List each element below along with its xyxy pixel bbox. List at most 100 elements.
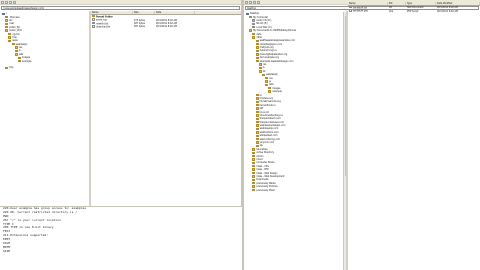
folder-icon [252,168,256,171]
folder-icon [255,131,259,134]
folder-icon [252,188,256,192]
up-folder-icon[interactable] [253,0,256,4]
tree-item[interactable]: preiviously Music [244,188,346,192]
file-row[interactable]: download.txt 487 bytes 9/21/2011 8:40 AM [91,25,241,29]
folder-icon [252,148,256,151]
folder-icon [258,70,262,73]
file-row[interactable]: sendstuff.php php PHP Script 9/21/2011 8:40… [348,9,480,13]
file-date: 9/21/2011 8:40 AM [437,9,458,13]
folder-icon [14,53,18,56]
folder-icon [258,63,262,66]
folder-icon [255,97,259,100]
remote-address-field[interactable]: / (ww.examplewebrowserdesign.com) [1,6,240,10]
file-type: PHP Script [407,9,419,13]
remote-pane: / (ww.examplewebrowserdesign.com) / .htac… [0,0,241,206]
drive-icon [249,15,253,19]
file-date: 9/21/2011 8:40 AM [156,25,177,29]
tree-item-label: / [6,12,7,16]
tree-item-label: tmp [9,66,14,70]
up-folder-icon[interactable] [9,0,12,4]
folder-icon [255,110,259,114]
folder-icon [255,124,259,127]
folder-icon [249,29,253,32]
folder-icon [262,73,265,76]
remote-toolbar [0,0,241,5]
file-name-text: sendstuff.php [353,9,369,13]
folder-icon [255,144,259,148]
folder-icon [255,114,259,117]
column-header[interactable]: Date Modified [436,2,480,5]
forward-icon[interactable] [249,0,252,4]
column-header[interactable]: Name [348,2,388,5]
folder-icon [8,36,12,39]
folder-icon [268,90,272,93]
column-header[interactable]: Name [91,11,133,14]
column-header[interactable]: Type [406,2,436,5]
folder-icon [14,46,18,49]
folder-icon [255,141,259,144]
parent-folder-icon [92,15,95,18]
folder-icon [252,178,256,182]
scrollbar-thumb[interactable] [344,16,346,176]
local-file-rows: sendstuff.txt txt Text Document 9/21/2011 8… [348,6,480,13]
refresh-icon[interactable] [257,0,260,4]
tree-item-label: lib [262,69,266,73]
tree-item-label: preiviously Music [256,188,276,192]
file-icon [349,6,352,9]
local-folder-tree: Desktop My Computer Audio CD (D:) NS CD (E:… [244,12,346,270]
local-address-text: Desktop [247,6,257,10]
folder-icon [246,12,249,15]
drive-icon [252,19,256,22]
remote-address-text: / (ww.examplewebrowserdesign.com) [3,6,45,10]
folder-icon [265,83,269,87]
file-ext: php [389,9,394,13]
folder-icon [255,134,259,137]
folder-icon [8,39,12,43]
folder-icon [5,19,9,22]
ftp-log-console: 220-User example has group access to: ex… [0,207,242,270]
folder-icon [265,80,269,83]
folder-icon [252,36,256,39]
column-header[interactable]: Size [133,11,155,14]
back-icon[interactable] [1,0,4,4]
remote-file-rows: Parent Folder arrow_top 573 bytes 9/21/2011… [91,15,241,29]
tree-item-label: example [272,90,282,94]
file-icon [349,9,352,12]
file-name: download.txt [91,25,133,29]
forward-icon[interactable] [5,0,8,4]
folder-icon [252,161,256,165]
folder-icon [18,56,21,59]
folder-icon [252,175,256,178]
folder-icon [255,53,259,56]
column-header[interactable]: Date [155,11,195,14]
folder-icon [255,46,259,49]
local-file-list: Name Ext Type Date Modified sendstuff.txt tx… [348,2,480,270]
folder-icon [5,66,9,70]
back-icon[interactable] [245,0,248,4]
tree-item-label: example [22,59,32,63]
folder-icon [2,12,5,15]
folder-icon [258,66,262,70]
folder-icon [252,151,256,154]
folder-icon [5,29,9,32]
file-icon [92,18,95,21]
refresh-icon[interactable] [13,0,16,4]
folder-icon [252,158,256,161]
remote-folder-tree: / .htaccess etc mail public_ftp public_html cg… [0,12,89,206]
folder-icon [255,93,259,97]
local-tree-scrollbar[interactable] [343,12,346,270]
folder-icon [255,56,259,59]
folder-icon [255,107,259,110]
local-pane: Desktop Desktop My Computer Audio CD (D:) N… [244,0,480,270]
file-name: sendstuff.php [348,9,388,13]
column-header[interactable]: Ext [388,2,406,5]
log-line: SIZE [3,248,11,253]
file-icon [5,15,9,19]
remote-file-list: Name Size Date Parent Folder arrow_top 573 b… [91,11,241,206]
file-icon [92,21,95,25]
file-name-text: download.txt [96,25,111,29]
folder-icon [252,185,256,188]
tree-item[interactable]: tmp [0,66,89,69]
folder-icon [5,22,9,26]
file-icon [92,25,95,28]
